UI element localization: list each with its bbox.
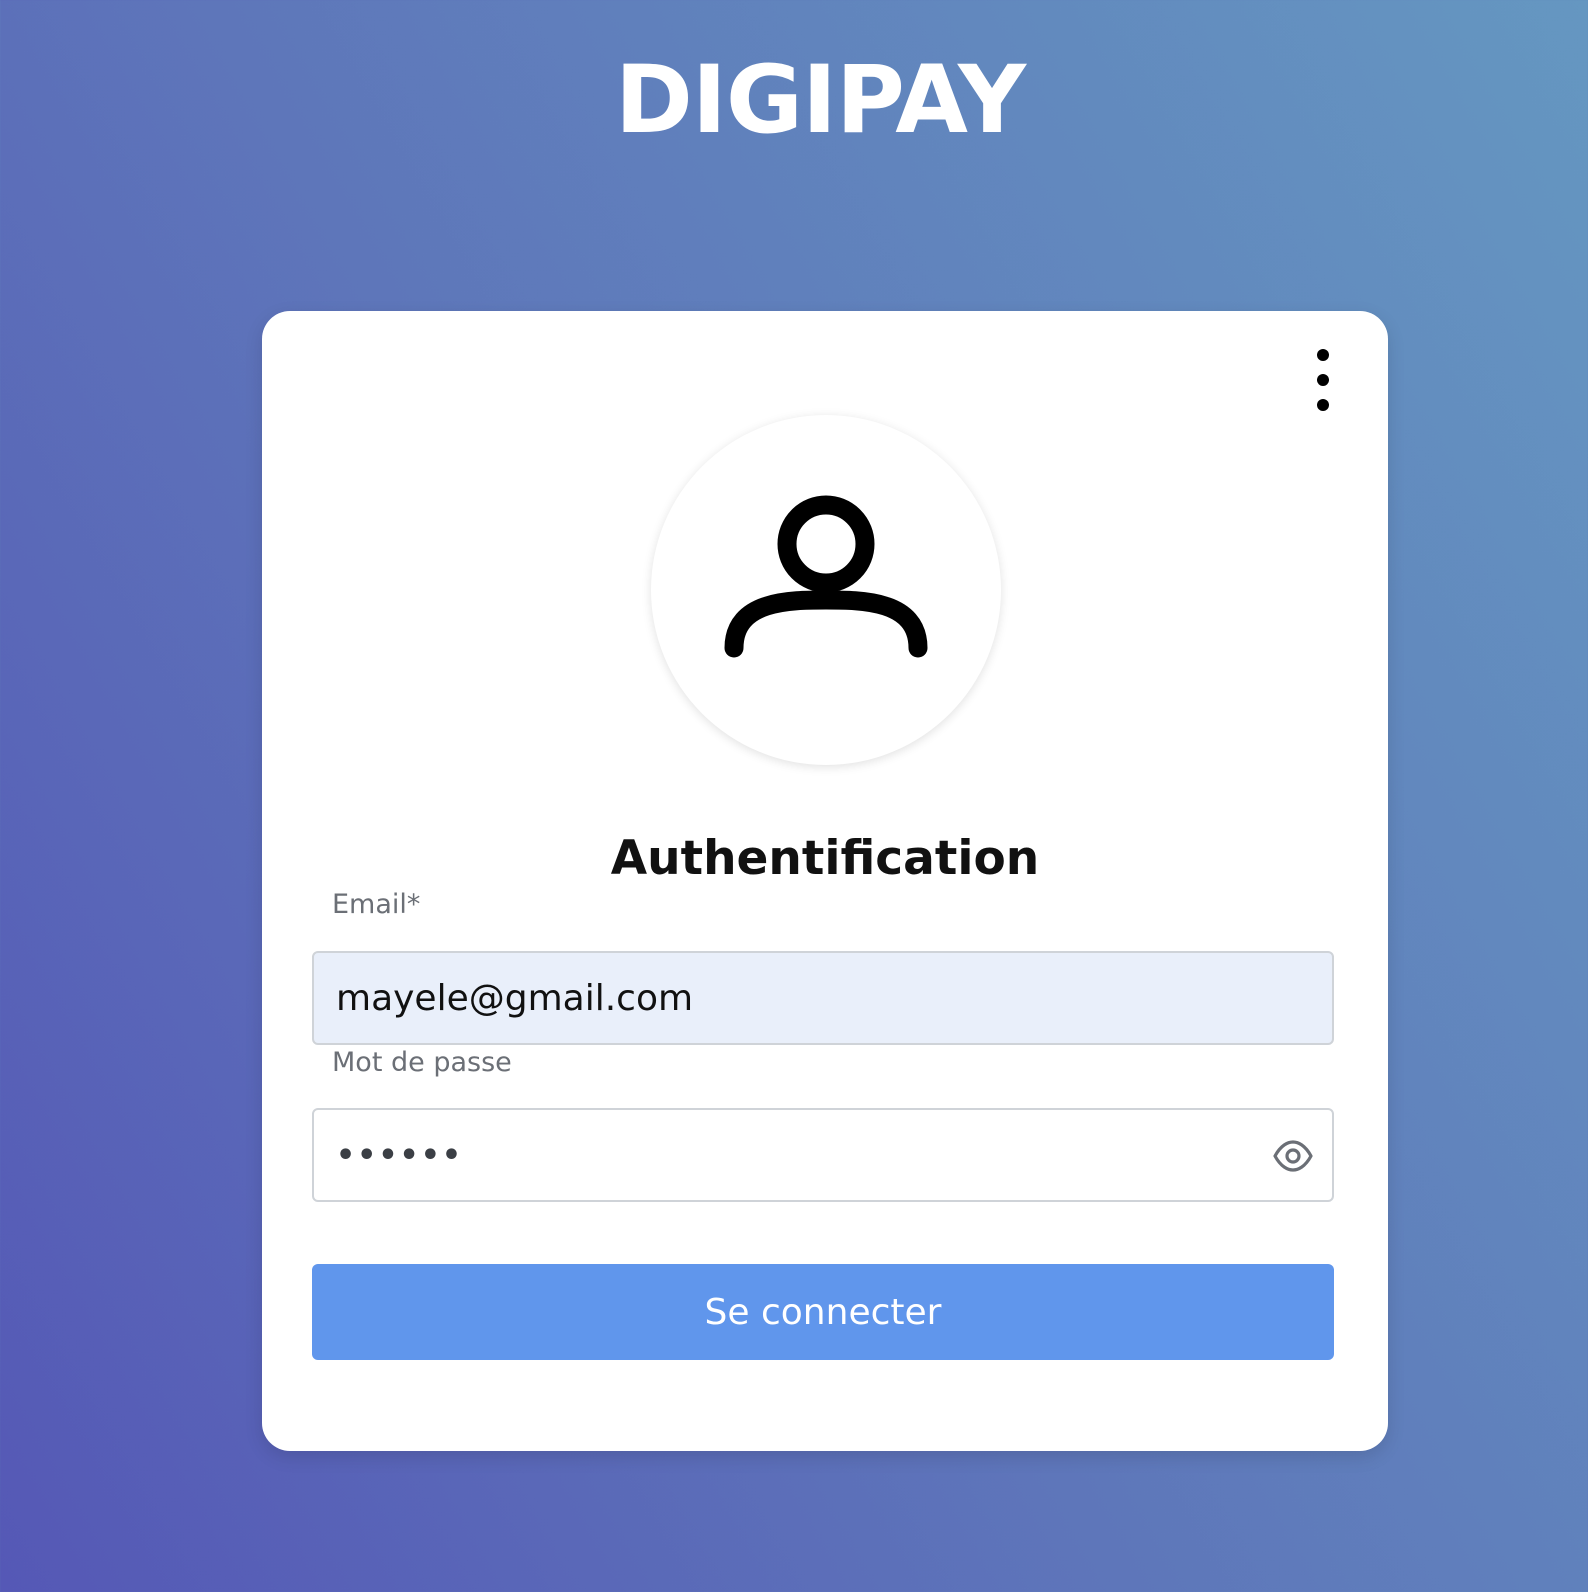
email-label: Email*: [332, 889, 421, 920]
more-options-button[interactable]: [1308, 345, 1338, 415]
user-icon: [724, 495, 928, 658]
eye-icon[interactable]: [1272, 1137, 1314, 1175]
email-value: mayele@gmail.com: [336, 977, 694, 1019]
more-vertical-icon-dot: [1317, 349, 1329, 361]
page-title: Authentification: [610, 831, 1040, 886]
password-value: ••••••: [336, 1137, 464, 1173]
login-card: Authentification Email* mayele@gmail.com…: [262, 311, 1388, 1451]
password-label: Mot de passe: [332, 1047, 512, 1078]
more-vertical-icon-dot: [1317, 374, 1329, 386]
password-field[interactable]: ••••••: [312, 1108, 1334, 1202]
avatar: [651, 415, 1001, 765]
more-vertical-icon-dot: [1317, 399, 1329, 411]
login-button[interactable]: Se connecter: [312, 1264, 1334, 1360]
app-title: DIGIPAY: [614, 46, 1026, 155]
email-field[interactable]: mayele@gmail.com: [312, 951, 1334, 1045]
